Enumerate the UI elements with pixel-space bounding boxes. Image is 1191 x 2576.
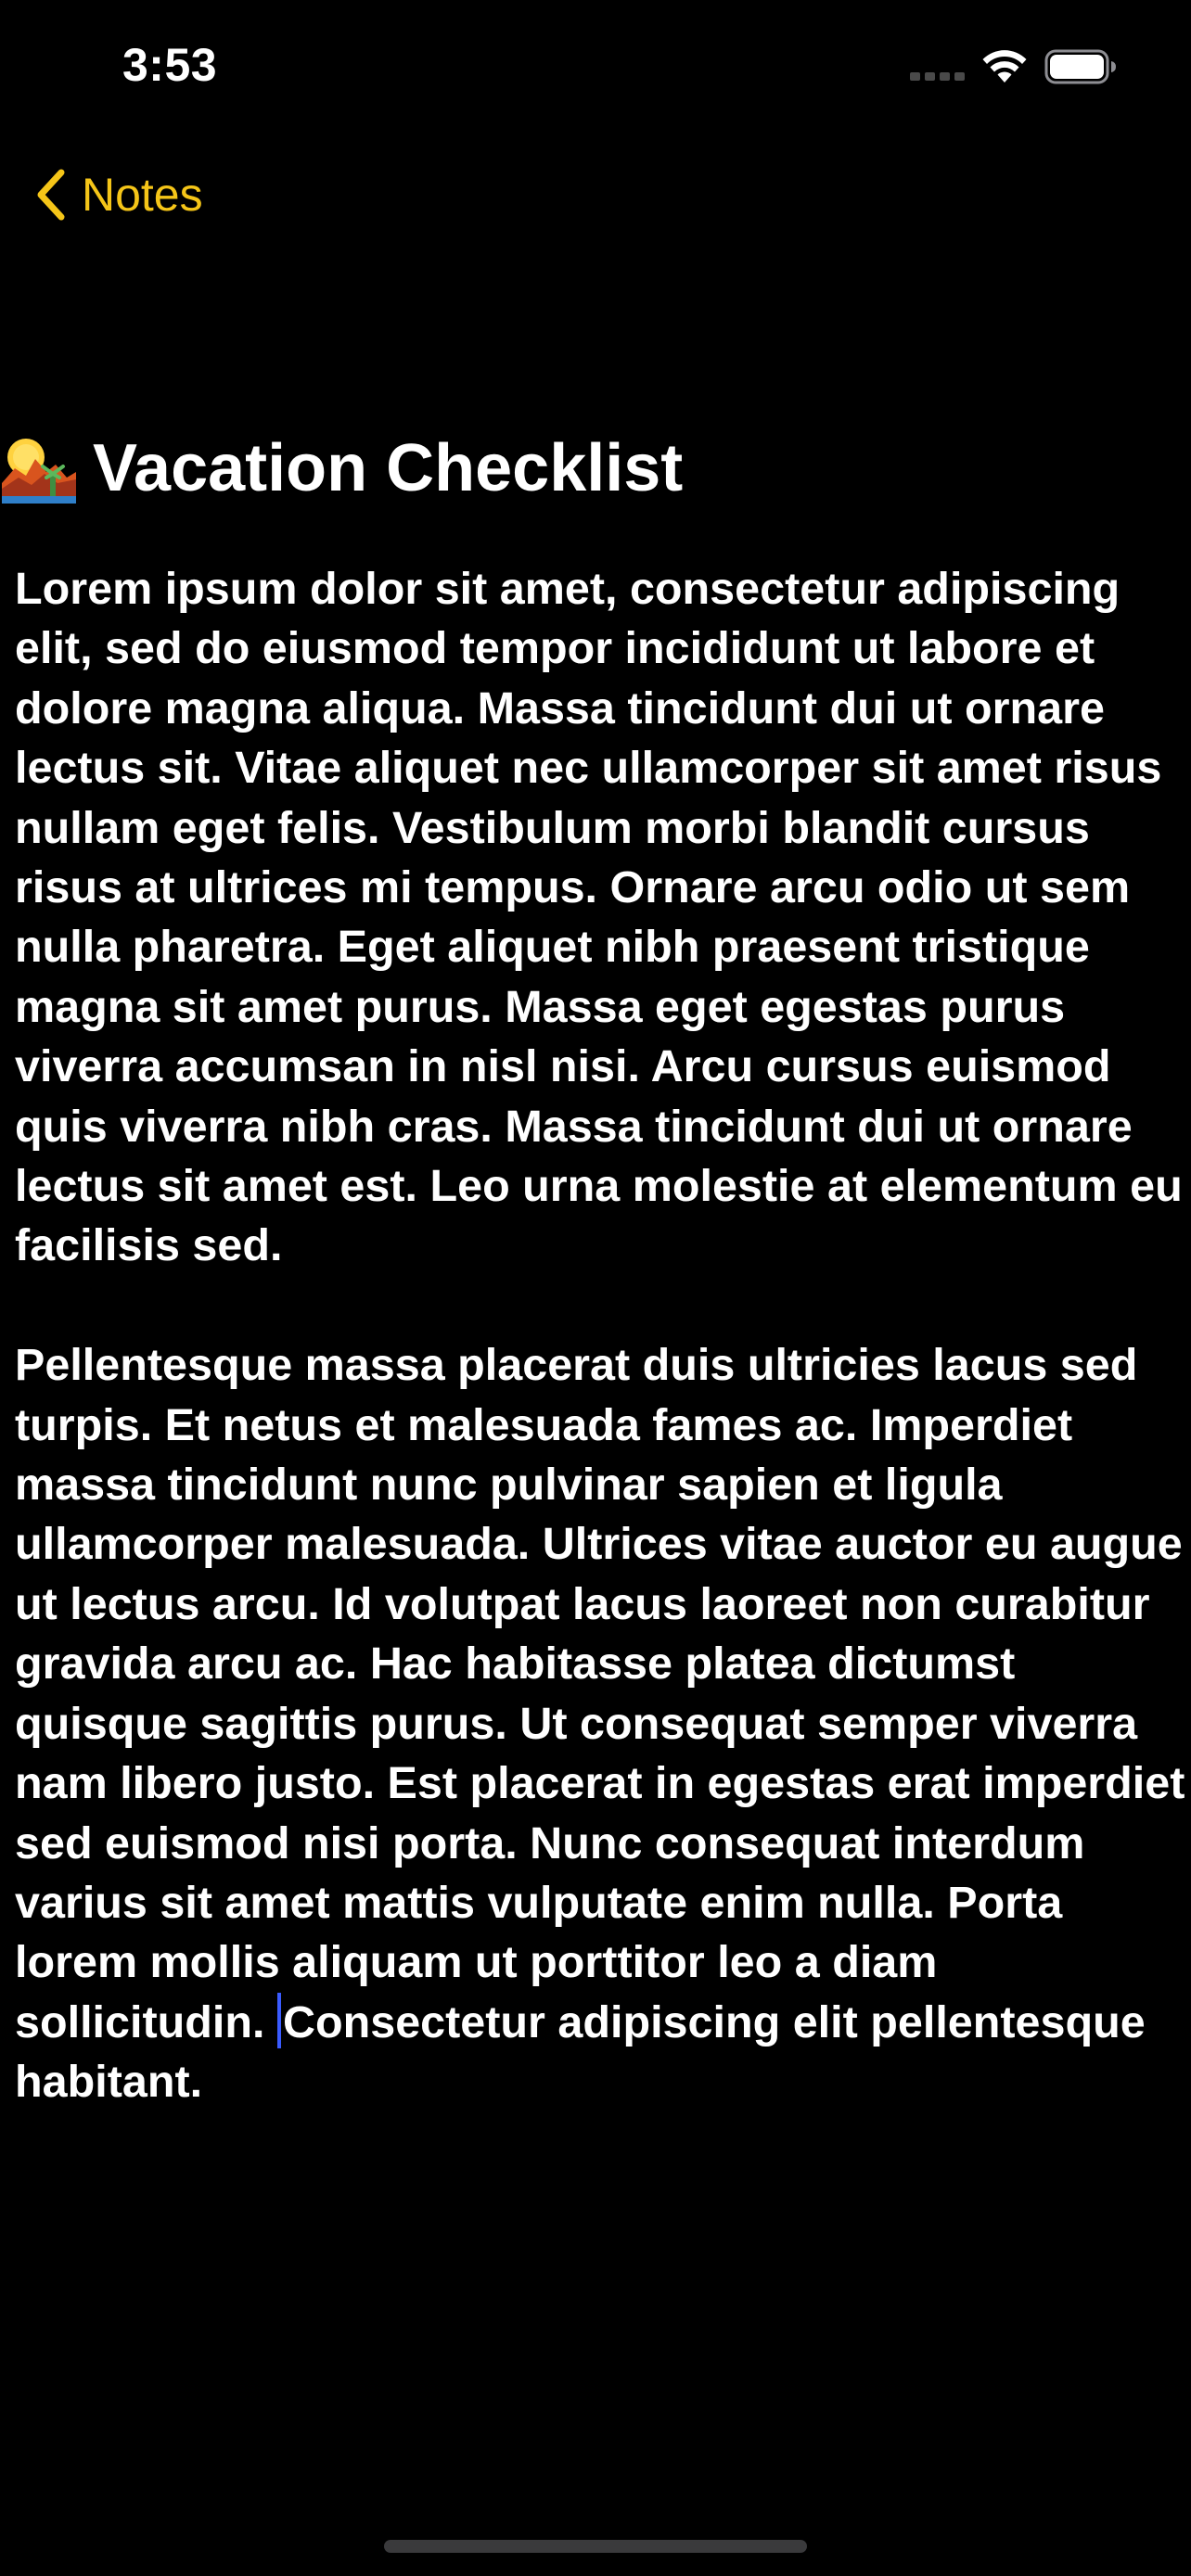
note-paragraph: Lorem ipsum dolor sit amet, consectetur …: [15, 564, 1183, 1271]
back-button[interactable]: Notes: [33, 158, 203, 232]
note-text-before-cursor: Pellentesque massa placerat duis ultrici…: [15, 1340, 1185, 2047]
status-icons: [910, 48, 1117, 85]
note-title-text: Vacation Checklist: [93, 431, 684, 505]
back-button-label: Notes: [82, 169, 203, 221]
status-time: 3:53: [122, 39, 218, 91]
note-paragraph: Pellentesque massa placerat duis ultrici…: [15, 1335, 1185, 2111]
battery-icon: [1044, 49, 1116, 84]
note-editor[interactable]: Vacation Checklist Lorem ipsum dolor sit…: [0, 422, 1191, 2107]
status-bar: 3:53: [0, 0, 1191, 139]
sunset-emoji-icon: [2, 439, 76, 504]
home-indicator[interactable]: [384, 2540, 807, 2553]
navigation-bar: Notes: [0, 148, 1191, 241]
note-body[interactable]: Lorem ipsum dolor sit amet, consectetur …: [15, 559, 1185, 2172]
wifi-icon: [982, 50, 1027, 83]
note-title[interactable]: Vacation Checklist: [0, 422, 1191, 515]
text-cursor: [276, 1992, 281, 2048]
cellular-signal-icon: [910, 53, 965, 81]
chevron-left-icon: [37, 169, 65, 221]
